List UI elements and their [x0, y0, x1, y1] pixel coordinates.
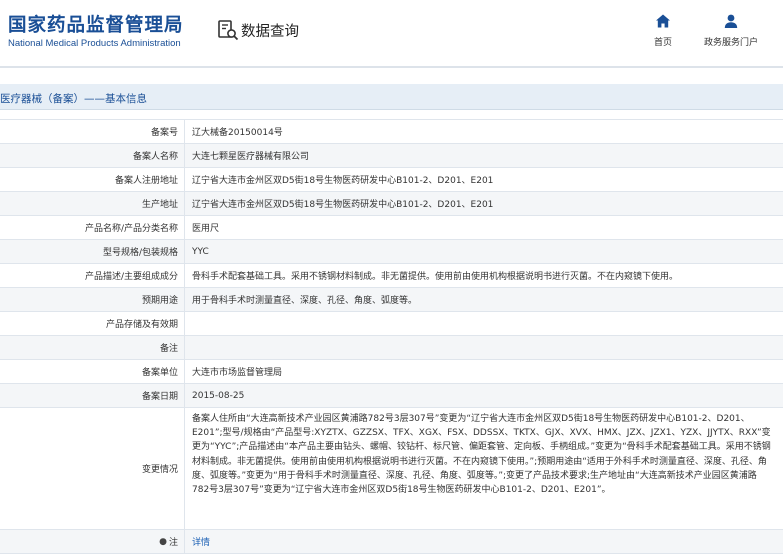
detail-table: 备案号 辽大械备20150014号 备案人名称 大连七颗星医疗器械有限公司 备案… [0, 119, 783, 554]
row-label: 产品名称/产品分类名称 [0, 216, 185, 239]
change-history-text: 备案人住所由“大连高新技术产业园区黄浦路782号3层307号”变更为“辽宁省大连… [192, 414, 771, 496]
site-logo-en[interactable]: National Medical Products Administration [8, 38, 181, 49]
nav-gov-portal[interactable]: 政务服务门户 [704, 13, 758, 48]
table-row: 产品名称/产品分类名称 医用尺 [0, 216, 783, 240]
note-label: ● 注 [0, 530, 185, 553]
nav-home[interactable]: 首页 [654, 13, 672, 48]
data-query-link[interactable]: 数据查询 [217, 19, 299, 41]
row-label: 备注 [0, 336, 185, 359]
section-title: 医疗器械（备案）——基本信息 [0, 93, 147, 105]
row-value [185, 312, 783, 335]
row-label: 备案号 [0, 120, 185, 143]
row-value: 辽大械备20150014号 [192, 128, 283, 138]
home-icon [656, 14, 670, 28]
details-link[interactable]: 详情 [192, 535, 210, 548]
row-value: 详情 [185, 530, 783, 553]
row-label: 生产地址 [0, 192, 185, 215]
pin-icon: ● [159, 536, 167, 547]
table-row: 预期用途 用于骨科手术时测量直径、深度、孔径、角度、弧度等。 [0, 288, 783, 312]
data-query-label: 数据查询 [241, 23, 299, 40]
row-label: 变更情况 [0, 408, 185, 529]
table-row: 备案单位 大连市市场监督管理局 [0, 360, 783, 384]
row-label: 型号规格/包装规格 [0, 240, 185, 263]
row-label: 备案单位 [0, 360, 185, 383]
document-search-icon [218, 20, 239, 41]
table-row: 产品存储及有效期 [0, 312, 783, 336]
row-label: 备案人注册地址 [0, 168, 185, 191]
table-row: 型号规格/包装规格 YYC [0, 240, 783, 264]
nav-gov-portal-label: 政务服务门户 [704, 38, 759, 48]
table-row: 备案日期 2015-08-25 [0, 384, 783, 408]
table-row: 产品描述/主要组成成分 骨科手术配套基础工具。采用不锈钢材料制成。非无菌提供。使… [0, 264, 783, 288]
site-header: 国家药品监督管理局 National Medical Products Admi… [0, 0, 783, 66]
table-row: 备案人名称 大连七颗星医疗器械有限公司 [0, 144, 783, 168]
table-row: 备案号 辽大械备20150014号 [0, 120, 783, 144]
table-row: ● 注 详情 [0, 530, 783, 554]
table-row: 变更情况 备案人住所由“大连高新技术产业园区黄浦路782号3层307号”变更为“… [0, 408, 783, 530]
row-label: 注 [168, 538, 178, 548]
site-logo-cn[interactable]: 国家药品监督管理局 [8, 11, 184, 37]
row-value: 2015-08-25 [192, 390, 245, 401]
section-header: 医疗器械（备案）——基本信息 [0, 84, 783, 110]
row-value: YYC [192, 246, 209, 257]
user-icon [724, 14, 738, 28]
row-label: 备案人名称 [0, 144, 185, 167]
row-value: 用于骨科手术时测量直径、深度、孔径、角度、弧度等。 [192, 296, 418, 306]
row-value [185, 336, 783, 359]
table-row: 备案人注册地址 辽宁省大连市金州区双D5街18号生物医药研发中心B101-2、D… [0, 168, 783, 192]
row-value: 大连七颗星医疗器械有限公司 [192, 152, 310, 162]
row-value: 骨科手术配套基础工具。采用不锈钢材料制成。非无菌提供。使用前由使用机构根据说明书… [192, 272, 679, 282]
table-row: 备注 [0, 336, 783, 360]
header-divider [0, 66, 783, 68]
row-value: 辽宁省大连市金州区双D5街18号生物医药研发中心B101-2、D201、E201 [192, 200, 494, 210]
row-label: 产品描述/主要组成成分 [0, 264, 185, 287]
row-label: 产品存储及有效期 [0, 312, 185, 335]
row-value: 医用尺 [192, 224, 220, 234]
row-label: 预期用途 [0, 288, 185, 311]
nav-home-label: 首页 [654, 38, 673, 48]
table-row: 生产地址 辽宁省大连市金州区双D5街18号生物医药研发中心B101-2、D201… [0, 192, 783, 216]
row-value: 大连市市场监督管理局 [192, 368, 283, 378]
row-label: 备案日期 [0, 384, 185, 407]
row-value: 辽宁省大连市金州区双D5街18号生物医药研发中心B101-2、D201、E201 [192, 176, 494, 186]
